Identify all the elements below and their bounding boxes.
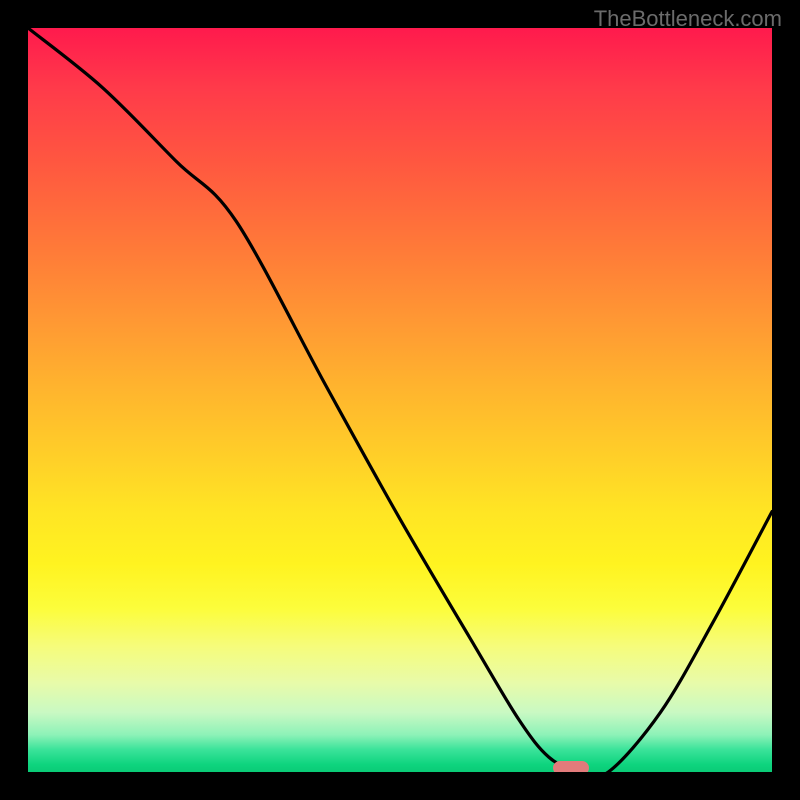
optimal-marker <box>553 761 589 772</box>
plot-area <box>28 28 772 772</box>
bottleneck-curve <box>28 28 772 772</box>
watermark-text: TheBottleneck.com <box>594 6 782 32</box>
